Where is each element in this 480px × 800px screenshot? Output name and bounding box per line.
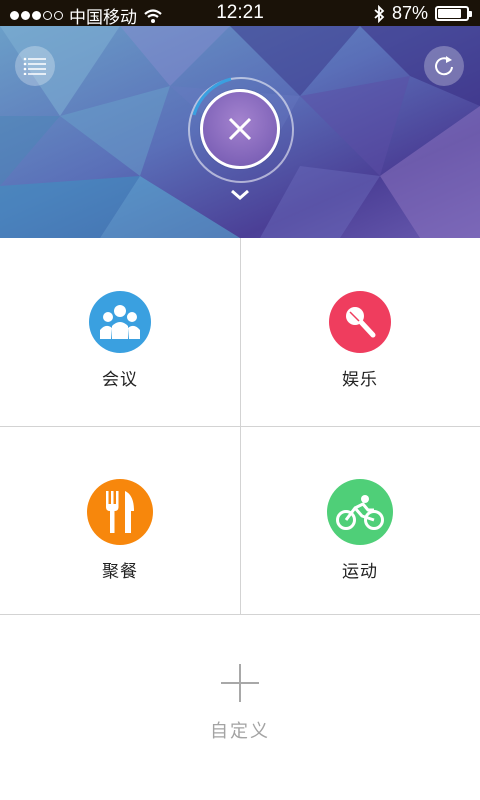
category-sports[interactable]: 运动 [240, 426, 480, 614]
battery-percent: 87% [391, 3, 428, 23]
refresh-icon [435, 56, 453, 76]
category-dinner[interactable]: 聚餐 [0, 426, 240, 614]
close-icon [228, 117, 252, 141]
battery-fill [438, 9, 461, 18]
category-label: 聚餐 [102, 562, 138, 582]
header-banner [0, 26, 480, 238]
battery-icon [435, 6, 472, 21]
close-circle [200, 89, 280, 169]
chevron-down-icon[interactable] [229, 188, 251, 202]
menu-button[interactable] [15, 46, 55, 86]
fork-knife-icon [87, 479, 153, 545]
grid-divider-horizontal [0, 426, 480, 427]
category-entertainment[interactable]: 娱乐 [240, 238, 480, 426]
category-label: 运动 [342, 562, 378, 582]
refresh-button[interactable] [424, 46, 464, 86]
category-label: 会议 [102, 370, 138, 390]
category-meeting[interactable]: 会议 [0, 238, 240, 426]
status-right: 87% [373, 3, 472, 24]
group-icon [89, 291, 151, 353]
microphone-icon [329, 291, 391, 353]
plus-icon [221, 664, 259, 702]
list-icon [23, 57, 46, 75]
bluetooth-icon [374, 4, 385, 23]
custom-label: 自定义 [210, 721, 270, 742]
close-button[interactable] [186, 75, 296, 185]
bicycle-icon [327, 479, 393, 545]
custom-button[interactable]: 自定义 [0, 615, 480, 800]
category-label: 娱乐 [342, 370, 378, 390]
status-bar: 中国移动 12:21 87% [0, 0, 480, 28]
